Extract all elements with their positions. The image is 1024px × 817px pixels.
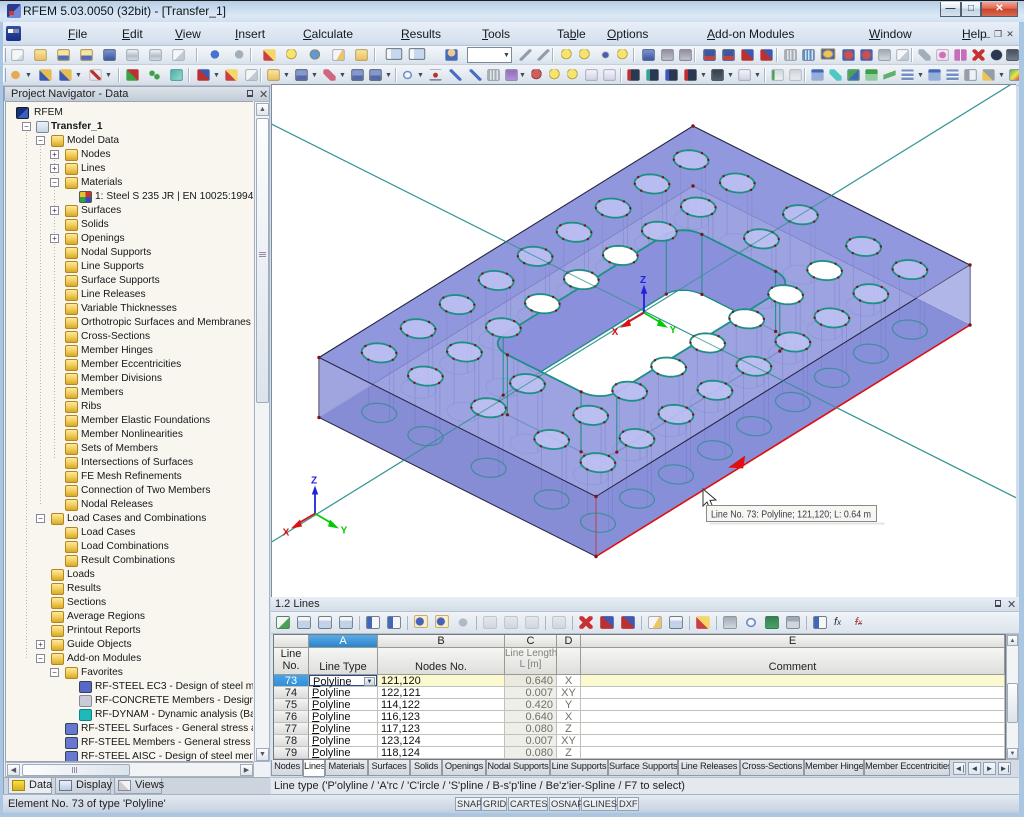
svg-text:Line No. 73: Polyline; 121,120: Line No. 73: Polyline; 121,120; L: 0.64 … [711, 510, 871, 521]
svg-text:Z: Z [311, 476, 317, 487]
svg-text:X: X [283, 528, 290, 539]
svg-text:X: X [612, 327, 619, 338]
svg-text:Z: Z [640, 275, 646, 286]
svg-text:Y: Y [341, 526, 348, 537]
svg-text:Y: Y [670, 325, 677, 336]
